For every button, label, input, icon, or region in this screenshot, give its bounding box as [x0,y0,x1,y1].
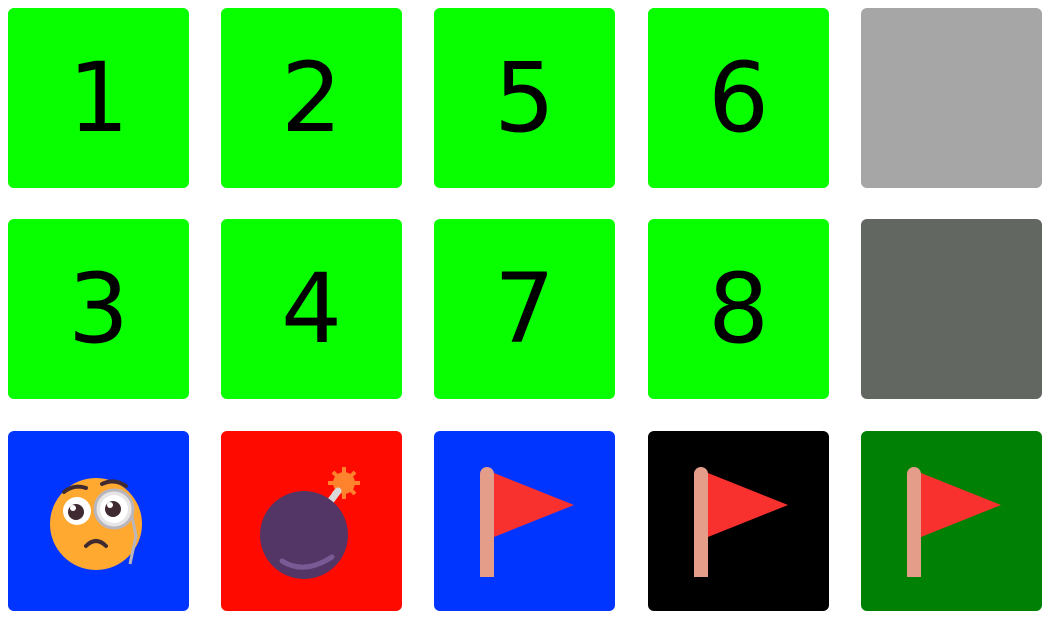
tile-number[interactable]: 2 [221,8,402,188]
tile-blank[interactable] [861,8,1042,188]
tile-number-label: 7 [493,253,556,365]
tile-number[interactable]: 4 [221,219,402,399]
tile-number[interactable]: 1 [8,8,189,188]
tile-number[interactable]: 7 [434,219,615,399]
flag-icon [684,461,794,581]
flag-icon [470,461,580,581]
tile-bomb[interactable] [221,431,402,611]
game-board: 1 2 5 6 3 4 7 8 [0,0,1050,619]
tile-number-label: 4 [280,253,343,365]
bomb-icon [252,461,372,581]
tile-number[interactable]: 8 [648,219,829,399]
tile-number-label: 8 [707,253,770,365]
tile-flag[interactable] [648,431,829,611]
tile-number[interactable]: 6 [648,8,829,188]
tile-flag[interactable] [861,431,1042,611]
tile-number-label: 2 [280,42,343,154]
tile-flag[interactable] [434,431,615,611]
monocle-face-icon [44,466,154,576]
tile-blank[interactable] [861,219,1042,399]
tile-monocle-face[interactable] [8,431,189,611]
tile-number-label: 1 [67,42,130,154]
tile-number-label: 3 [67,253,130,365]
tile-number[interactable]: 3 [8,219,189,399]
tile-number-label: 5 [493,42,556,154]
tile-number-label: 6 [707,42,770,154]
flag-icon [897,461,1007,581]
tile-number[interactable]: 5 [434,8,615,188]
